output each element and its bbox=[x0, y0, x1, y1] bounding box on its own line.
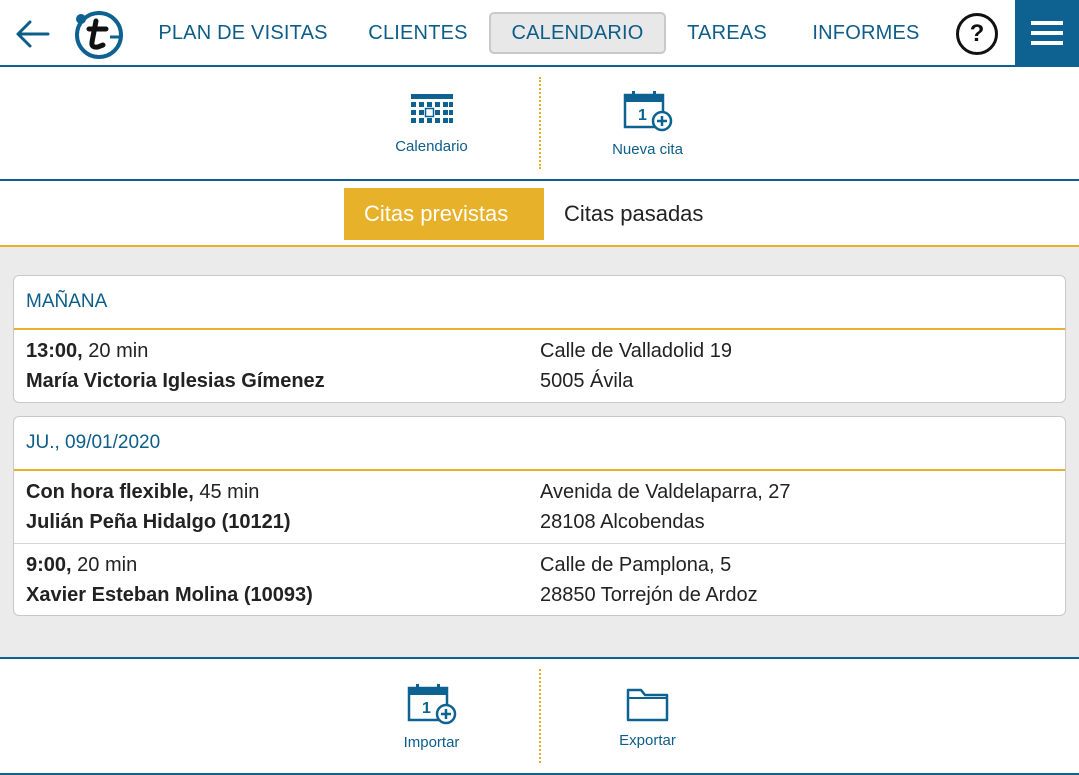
import-export-toolbar: 1 Importar Exportar bbox=[0, 657, 1079, 775]
calendar-grid-icon bbox=[410, 93, 453, 123]
new-appointment-label: Nueva cita bbox=[612, 140, 683, 158]
import-label: Importar bbox=[403, 733, 460, 751]
folder-icon bbox=[626, 688, 668, 721]
export-button[interactable]: Exportar bbox=[541, 659, 755, 773]
nav-tareas[interactable]: TAREAS bbox=[680, 12, 774, 54]
nav-informes[interactable]: INFORMES bbox=[800, 12, 932, 54]
back-arrow-icon[interactable] bbox=[12, 14, 52, 54]
export-label: Exportar bbox=[619, 731, 676, 749]
group-heading: JU., 09/01/2020 bbox=[14, 417, 1065, 471]
tab-upcoming[interactable]: Citas previstas bbox=[344, 188, 544, 240]
help-icon[interactable]: ? bbox=[956, 13, 998, 55]
calendar-add-icon: 1 bbox=[407, 683, 456, 724]
calendar-add-icon: 1 bbox=[623, 90, 672, 131]
app-logo bbox=[72, 8, 124, 60]
svg-text:1: 1 bbox=[422, 700, 431, 717]
appointment-street: Calle de Valladolid 19 bbox=[540, 340, 732, 362]
calendar-toolbar: Calendario 1 Nueva cita bbox=[0, 67, 1079, 181]
appointments-tabs: Citas previstas Citas pasadas bbox=[0, 181, 1079, 247]
new-appointment-button[interactable]: 1 Nueva cita bbox=[541, 67, 755, 179]
calendar-view-button[interactable]: Calendario bbox=[325, 67, 539, 179]
tab-past[interactable]: Citas pasadas bbox=[544, 188, 723, 240]
appointment-city: 28108 Alcobendas bbox=[540, 511, 705, 533]
svg-text:1: 1 bbox=[638, 107, 647, 124]
appointment-street: Avenida de Valdelaparra, 27 bbox=[540, 481, 791, 503]
appointment-group: JU., 09/01/2020 Con hora flexible, 45 mi… bbox=[13, 416, 1066, 616]
group-heading: MAÑANA bbox=[14, 276, 1065, 330]
nav-calendario[interactable]: CALENDARIO bbox=[489, 12, 666, 54]
appointment-time: Con hora flexible, 45 min bbox=[26, 481, 260, 503]
appointment-row[interactable]: Con hora flexible, 45 min Julián Peña Hi… bbox=[14, 471, 1065, 543]
nav-clientes[interactable]: CLIENTES bbox=[360, 12, 476, 54]
import-button[interactable]: 1 Importar bbox=[325, 659, 539, 773]
top-navigation: PLAN DE VISITAS CLIENTES CALENDARIO TARE… bbox=[0, 0, 1079, 67]
appointment-time: 9:00, 20 min bbox=[26, 554, 138, 576]
appointment-row[interactable]: 13:00, 20 min María Victoria Iglesias Gí… bbox=[14, 330, 1065, 402]
appointment-group: MAÑANA 13:00, 20 min María Victoria Igle… bbox=[13, 275, 1066, 403]
appointment-city: 28850 Torrejón de Ardoz bbox=[540, 584, 758, 606]
nav-plan-de-visitas[interactable]: PLAN DE VISITAS bbox=[150, 12, 336, 54]
hamburger-menu-icon[interactable] bbox=[1015, 0, 1079, 65]
appointment-street: Calle de Pamplona, 5 bbox=[540, 554, 732, 576]
calendar-view-label: Calendario bbox=[395, 137, 468, 155]
appointment-time: 13:00, 20 min bbox=[26, 340, 149, 362]
appointments-list: MAÑANA 13:00, 20 min María Victoria Igle… bbox=[0, 247, 1079, 657]
appointment-client: Julián Peña Hidalgo (10121) bbox=[26, 511, 291, 533]
appointment-city: 5005 Ávila bbox=[540, 370, 634, 392]
appointment-row[interactable]: 9:00, 20 min Xavier Esteban Molina (1009… bbox=[14, 543, 1065, 615]
appointment-client: María Victoria Iglesias Gímenez bbox=[26, 370, 325, 392]
appointment-client: Xavier Esteban Molina (10093) bbox=[26, 584, 313, 606]
